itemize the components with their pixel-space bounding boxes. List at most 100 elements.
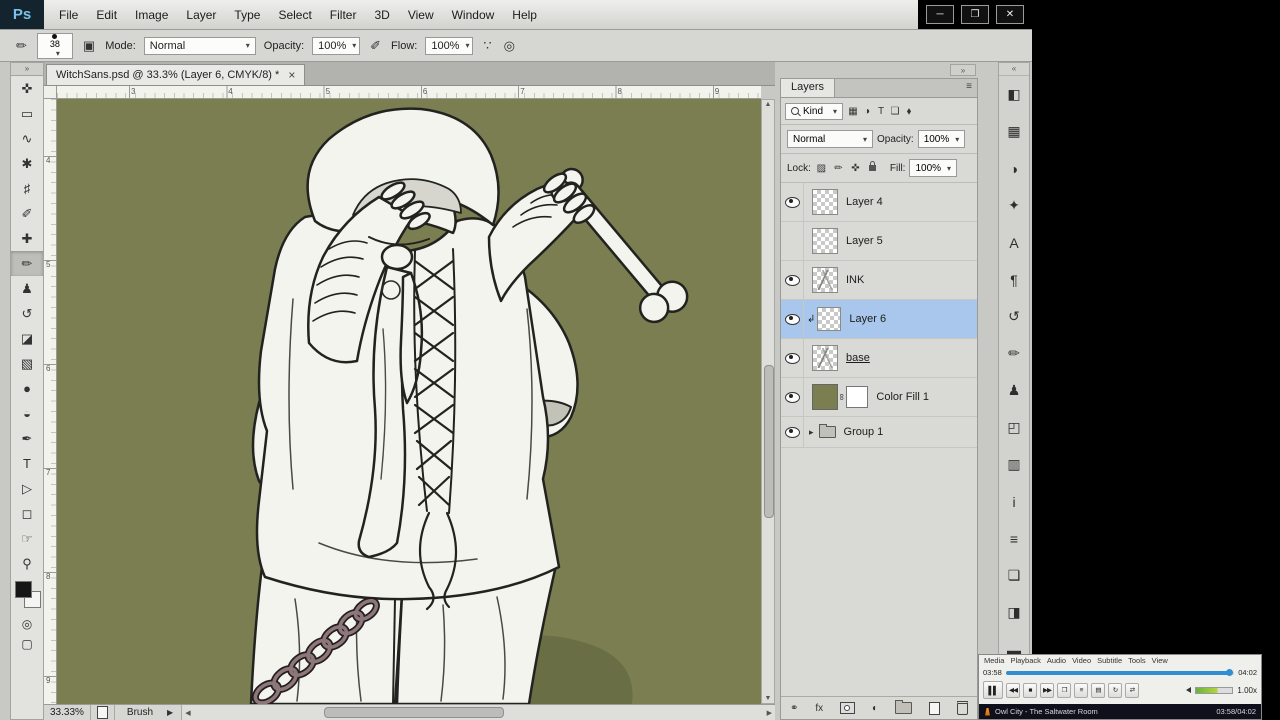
tool-pen[interactable]: ✒ xyxy=(11,426,43,451)
adjustment-layer-icon[interactable]: ◐ xyxy=(872,703,878,714)
tool-gradient[interactable]: ▧ xyxy=(11,351,43,376)
lock-pixels-icon[interactable]: ✏ xyxy=(832,163,845,174)
brush-presets-panel-icon[interactable]: ✏ xyxy=(999,335,1029,372)
previous-button[interactable]: ◀◀ xyxy=(1006,682,1020,698)
layer-row-base[interactable]: base xyxy=(781,339,977,378)
properties-panel-icon[interactable]: ≡ xyxy=(999,520,1029,557)
tool-hand[interactable]: ☞ xyxy=(11,526,43,551)
layer-name[interactable]: Color Fill 1 xyxy=(876,391,929,403)
menu-edit[interactable]: Edit xyxy=(87,0,126,29)
airbrush-icon[interactable]: ∵ xyxy=(481,38,493,54)
layer-name[interactable]: base xyxy=(846,352,870,364)
navigator-panel-icon[interactable]: ◰ xyxy=(999,409,1029,446)
tool-brush[interactable]: ✏ xyxy=(11,251,43,276)
layer-style-icon[interactable]: fx xyxy=(815,703,823,714)
toggle-brush-panel-icon[interactable]: ▣ xyxy=(81,38,97,54)
pause-button[interactable]: ▌▌ xyxy=(983,681,1003,699)
layer-row-color-fill-1[interactable]: ∞ Color Fill 1 xyxy=(781,378,977,417)
tool-clone-stamp[interactable]: ♟ xyxy=(11,276,43,301)
new-layer-icon[interactable] xyxy=(928,701,940,715)
player-menu-subtitle[interactable]: Subtitle xyxy=(1095,656,1124,667)
layer-thumbnail[interactable] xyxy=(812,189,838,215)
player-menu-playback[interactable]: Playback xyxy=(1008,656,1042,667)
screen-mode-icon[interactable]: ▢ xyxy=(11,634,43,654)
add-layer-mask-icon[interactable] xyxy=(840,702,856,714)
filter-shape-layers-icon[interactable]: ❑ xyxy=(888,106,902,117)
layer-blend-mode-select[interactable]: Normal xyxy=(787,130,873,148)
visibility-toggle[interactable] xyxy=(781,183,804,221)
layer-thumbnail[interactable] xyxy=(812,345,838,371)
tool-eraser[interactable]: ◪ xyxy=(11,326,43,351)
layer-thumbnail[interactable] xyxy=(817,307,842,331)
paragraph-panel-icon[interactable]: ¶ xyxy=(999,261,1029,298)
tool-history-brush[interactable]: ↺ xyxy=(11,301,43,326)
playback-rate[interactable]: 1.00x xyxy=(1237,686,1257,695)
tool-dodge[interactable]: ◒ xyxy=(11,401,43,426)
pressure-opacity-icon[interactable]: ✐ xyxy=(368,38,383,54)
group-expander-icon[interactable]: ▸ xyxy=(809,427,814,438)
player-menu-audio[interactable]: Audio xyxy=(1045,656,1068,667)
document-tab[interactable]: WitchSans.psd @ 33.3% (Layer 6, CMYK/8) … xyxy=(46,64,306,85)
scroll-left-arrow[interactable]: ◀ xyxy=(185,709,190,717)
link-layers-icon[interactable]: ⚭ xyxy=(790,703,798,714)
filter-smart-objects-icon[interactable]: ⬧ xyxy=(902,106,916,117)
volume-slider[interactable] xyxy=(1195,686,1234,694)
tool-lasso[interactable]: ∿ xyxy=(11,126,43,151)
visibility-toggle[interactable] xyxy=(781,261,804,299)
blend-mode-select[interactable]: Normal xyxy=(143,36,256,55)
filter-kind-select[interactable]: Kind xyxy=(785,102,844,120)
tab-layers[interactable]: Layers xyxy=(781,79,836,97)
tool-magic-wand[interactable]: ✱ xyxy=(11,151,43,176)
menu-3d[interactable]: 3D xyxy=(365,0,398,29)
visibility-toggle[interactable] xyxy=(781,378,804,416)
history-panel-icon[interactable]: ↺ xyxy=(999,298,1029,335)
vertical-scrollbar[interactable]: ▲ ▼ xyxy=(761,99,775,704)
tool-shape[interactable]: ◻ xyxy=(11,501,43,526)
next-button[interactable]: ▶▶ xyxy=(1040,682,1054,698)
layer-mask-thumbnail[interactable] xyxy=(846,386,869,408)
layer-row-ink[interactable]: INK xyxy=(781,261,977,300)
brush-tool-preset-icon[interactable]: ✏ xyxy=(14,38,29,54)
menu-view[interactable]: View xyxy=(399,0,443,29)
menu-layer[interactable]: Layer xyxy=(177,0,225,29)
menu-filter[interactable]: Filter xyxy=(321,0,366,29)
color-panel-icon[interactable]: ◧ xyxy=(999,76,1029,113)
info-panel-icon[interactable]: i xyxy=(999,483,1029,520)
menu-window[interactable]: Window xyxy=(443,0,504,29)
layer-name[interactable]: Group 1 xyxy=(844,426,884,438)
tool-blur[interactable]: ● xyxy=(11,376,43,401)
layer-row-layer-6[interactable]: ↳ Layer 6 xyxy=(781,300,977,339)
tool-rectangular-marquee[interactable]: ▭ xyxy=(11,101,43,126)
character-panel-icon[interactable]: A xyxy=(999,224,1029,261)
fullscreen-button[interactable]: ❒ xyxy=(1057,682,1071,698)
menu-select[interactable]: Select xyxy=(269,0,320,29)
close-button[interactable]: ✕ xyxy=(996,5,1024,24)
tool-spot-healing[interactable]: ✚ xyxy=(11,226,43,251)
tool-path-selection[interactable]: ▷ xyxy=(11,476,43,501)
clone-source-panel-icon[interactable]: ♟ xyxy=(999,372,1029,409)
layer-fill-select[interactable]: 100% xyxy=(909,159,958,177)
menu-help[interactable]: Help xyxy=(503,0,546,29)
loop-button[interactable]: ↻ xyxy=(1108,682,1122,698)
tool-zoom[interactable]: ⚲ xyxy=(11,551,43,576)
filter-type-layers-icon[interactable]: T xyxy=(874,106,888,117)
zoom-level[interactable]: 33.33% xyxy=(44,705,91,720)
menu-file[interactable]: File xyxy=(50,0,87,29)
playlist-button[interactable]: ▤ xyxy=(1091,682,1105,698)
layer-name[interactable]: INK xyxy=(846,274,864,286)
foreground-color-swatch[interactable] xyxy=(15,581,32,598)
histogram-panel-icon[interactable]: ▥ xyxy=(999,446,1029,483)
toolbox-collapse-icon[interactable]: » xyxy=(11,63,43,76)
expand-panels-icon[interactable]: « xyxy=(999,63,1029,76)
layer-name[interactable]: Layer 5 xyxy=(846,235,883,247)
tool-eyedropper[interactable]: ✐ xyxy=(11,201,43,226)
brush-size-picker[interactable]: 38 xyxy=(36,32,73,59)
flow-select[interactable]: 100% xyxy=(425,36,474,55)
tool-move[interactable]: ✜ xyxy=(11,76,43,101)
seek-bar[interactable] xyxy=(1005,669,1235,676)
left-ruler[interactable]: 4 5 6 7 8 9 xyxy=(44,99,57,704)
fill-layer-thumbnail[interactable] xyxy=(812,384,838,410)
visibility-toggle[interactable] xyxy=(781,339,804,377)
styles-panel-icon[interactable]: ✦ xyxy=(999,187,1029,224)
filter-pixel-layers-icon[interactable]: ▦ xyxy=(846,106,860,117)
